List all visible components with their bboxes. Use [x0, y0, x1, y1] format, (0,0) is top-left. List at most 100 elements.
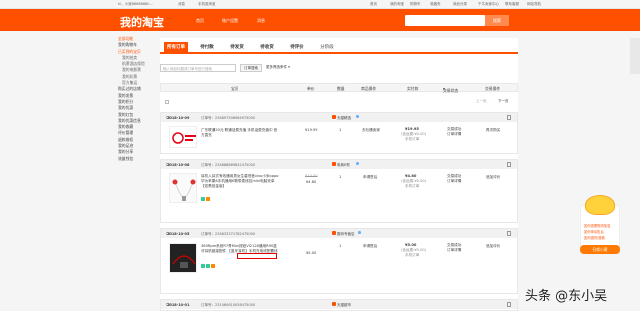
order-date: 2018-10-09 — [167, 115, 190, 120]
logo[interactable]: 我的淘宝 — [120, 14, 164, 30]
order-details-link[interactable]: 订单详情 — [447, 248, 461, 253]
nav-account-settings[interactable]: 账户设置 — [222, 18, 238, 24]
order-source: 手机订单 — [405, 184, 420, 188]
add-review-button[interactable]: 追加评价 — [486, 175, 500, 180]
add-review-button[interactable]: 追加评价 — [486, 244, 500, 249]
item-operation[interactable]: 去吐槽卖家 — [362, 128, 380, 133]
product-thumbnail[interactable] — [169, 173, 197, 203]
summon-assistant-button[interactable]: 召唤小蜜 — [580, 245, 620, 254]
shop-name[interactable]: 电商E购 — [337, 163, 350, 168]
sidebar: 全部功能 我的购物车 已买到的宝贝 我的拍卖 机票酒店保险 我的电影票 我的彩票 官方集运 购买… — [118, 36, 158, 162]
next-page-button[interactable]: 下一页 — [498, 99, 509, 104]
shop-name[interactable]: 天猫精选 — [337, 116, 351, 121]
order-search-button[interactable]: 订单搜索 — [240, 64, 262, 72]
sidebar-item[interactable]: 流量钱包 — [118, 156, 158, 162]
order-header: 2018-10-05 订单号：234633371782475000 数码专营店 — [161, 229, 517, 238]
col-qty: 数量 — [337, 86, 345, 91]
home-link[interactable]: 首页 — [370, 2, 377, 7]
more-filters-toggle[interactable]: 更多筛选条件 ▾ — [266, 65, 290, 70]
delete-order-icon[interactable] — [507, 115, 511, 120]
user-greeting[interactable]: hi，小吴6666666h... — [118, 2, 153, 7]
favorites-link[interactable]: 收藏夹 — [430, 2, 441, 7]
paid-amount: ¥4.80 — [405, 174, 417, 178]
cs-link-aftersale[interactable]: 如何申请售后 — [584, 229, 604, 234]
cs-link-refund[interactable]: 如何退货/退款 — [584, 235, 605, 240]
header-search-input[interactable] — [405, 15, 485, 26]
column-header: 宝贝 单价 数量 商品操作 实付款 交易状态 ▾ 交易操作 — [160, 83, 518, 93]
unicom-logo-icon — [170, 127, 196, 147]
order-tabs: 所有订单 待付款 待发货 待收货 待评价 分阶段 — [160, 42, 518, 54]
mobile-link[interactable]: 手机逛淘宝 — [198, 2, 216, 7]
shop-name[interactable]: 数码专营店 — [337, 232, 355, 237]
category-link[interactable]: 商品分类 — [453, 2, 467, 7]
site-nav-link[interactable]: 网站导航 — [527, 2, 541, 7]
rebuy-button[interactable]: 再次购买 — [486, 128, 500, 133]
wangwang-icon[interactable] — [356, 162, 359, 165]
shop-icon — [332, 302, 336, 306]
order-card: 2018-10-09 订单号：234697506984975000 天猫精选 广… — [160, 112, 518, 154]
col-status: 交易状态 ▾ — [443, 86, 459, 93]
tab-pending-receipt[interactable]: 待收货 — [256, 42, 278, 54]
order-date: 2018-10-08 — [167, 162, 190, 167]
order-details-link[interactable]: 订单详情 — [447, 179, 461, 184]
shop-icon — [332, 231, 336, 235]
cable-image-icon — [170, 244, 196, 272]
cs-link-logistics[interactable]: 如何查看物流信息 — [584, 223, 610, 228]
product-thumbnail[interactable] — [169, 243, 197, 273]
product-title[interactable]: 广东联通20元 联通话费充值 手机话费充值中 官方直充 — [201, 128, 279, 138]
col-paid: 实付款 — [407, 86, 419, 91]
header: 我的淘宝 首页 账户设置 消息 搜索 — [0, 9, 640, 31]
shop-icon — [332, 115, 336, 119]
my-taobao-link[interactable]: 我的淘宝 — [390, 2, 404, 7]
order-card: 2018-10-08 订单号：234688869842475000 电商E购 耳… — [160, 159, 518, 223]
col-item: 宝贝 — [231, 86, 239, 91]
order-number: 订单号：234697506984975000 — [201, 115, 256, 120]
messages-link[interactable]: 消息 — [178, 2, 185, 7]
order-search-input[interactable]: 输入商品标题或订单号进行搜索 — [160, 64, 236, 72]
wangwang-icon[interactable] — [356, 115, 359, 118]
product-thumbnail[interactable] — [169, 126, 197, 148]
customer-service-link[interactable]: 联系客服 — [505, 2, 519, 7]
item-operation[interactable]: 申请售后 — [363, 175, 377, 180]
tab-staged[interactable]: 分阶段 — [316, 42, 338, 54]
col-actions: 交易操作 — [485, 86, 501, 91]
chevron-down-icon: ▾ — [288, 65, 290, 69]
order-source: 手机订单 — [405, 137, 420, 141]
original-price: ¥13.00 — [305, 174, 318, 178]
order-details-link[interactable]: 订单详情 — [447, 132, 461, 137]
order-number: 订单号：234688869842475000 — [201, 162, 256, 167]
quantity: 1 — [339, 128, 342, 132]
shop-icon — [332, 162, 336, 166]
order-card: 2018-10-05 订单号：234633371782475000 数码专营店 … — [160, 228, 518, 294]
delete-order-icon[interactable] — [507, 162, 511, 167]
unit-price: ¥5.00 — [306, 251, 317, 255]
delete-order-icon[interactable] — [507, 231, 511, 236]
product-title[interactable]: 耳机入耳式有线通用男女生重低音vivo小米oppo华为苹果6手机通用K歌带麦线控… — [201, 174, 279, 189]
order-date: 2018-10-05 — [167, 231, 190, 236]
unit-price: ¥19.95 — [305, 128, 318, 132]
tab-pending-review[interactable]: 待评价 — [286, 42, 308, 54]
col-item-ops: 商品操作 — [361, 86, 377, 91]
delete-order-icon[interactable] — [507, 302, 511, 307]
header-search-button[interactable]: 搜索 — [485, 15, 509, 26]
item-operation[interactable]: 申请售后 — [363, 244, 377, 249]
site-topbar: hi，小吴6666666h... 消息 手机逛淘宝 首页 我的淘宝 购物车 收藏… — [0, 0, 640, 9]
prev-page-button[interactable]: 上一页 — [476, 99, 487, 104]
earphone-image-icon — [170, 174, 196, 202]
col-price: 单价 — [307, 86, 315, 91]
paid-amount: ¥5.00 — [405, 243, 417, 247]
seller-center-link[interactable]: 千牛卖家中心 — [478, 2, 499, 7]
order-source: 手机订单 — [405, 253, 420, 257]
tab-pending-payment[interactable]: 待付款 — [196, 42, 218, 54]
order-header: 2018-10-08 订单号：234688869842475000 电商E购 — [161, 160, 517, 169]
tab-all-orders[interactable]: 所有订单 — [164, 42, 188, 54]
nav-home[interactable]: 首页 — [196, 18, 204, 24]
quantity: 1 — [339, 175, 342, 179]
wangwang-icon[interactable] — [358, 231, 361, 234]
cart-link[interactable]: 购物车 — [410, 2, 421, 7]
tab-pending-shipment[interactable]: 待发货 — [226, 42, 248, 54]
quantity: 1 — [339, 244, 342, 248]
right-scroll-bar[interactable] — [630, 38, 640, 74]
nav-messages[interactable]: 消息 — [257, 18, 265, 24]
watermark: 头条 @东小吴 — [525, 289, 608, 304]
